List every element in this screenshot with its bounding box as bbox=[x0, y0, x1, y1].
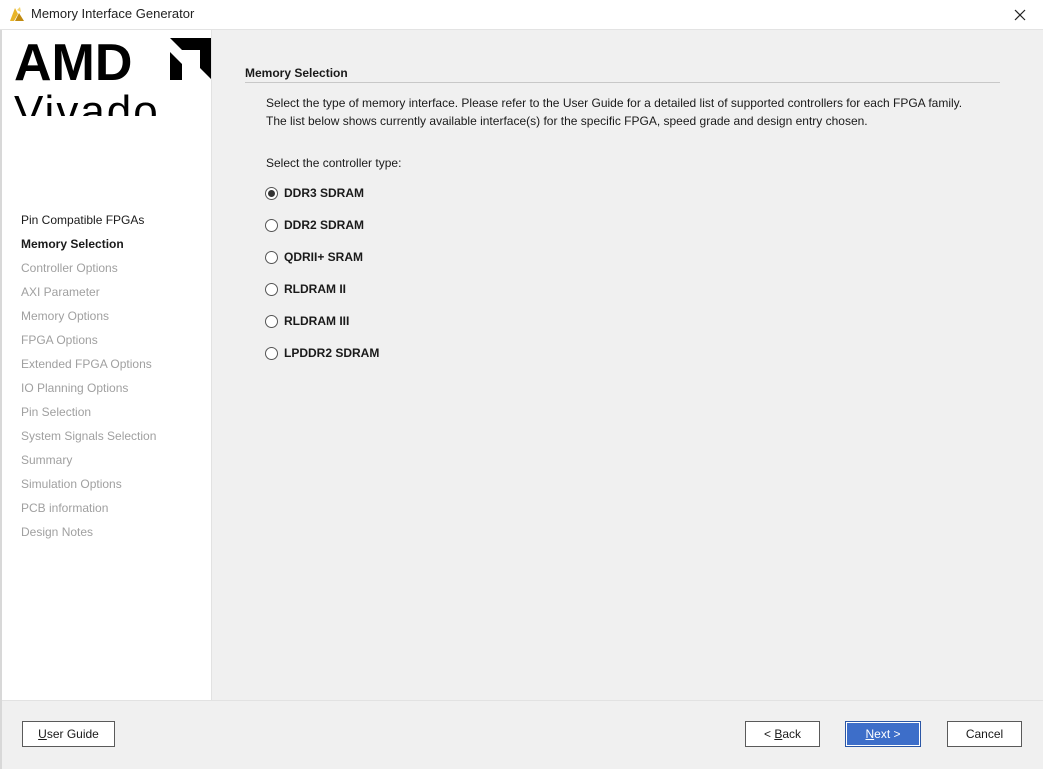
wizard-step: AXI Parameter bbox=[21, 285, 100, 299]
amd-arrow-icon bbox=[170, 38, 211, 80]
controller-option[interactable]: LPDDR2 SDRAM bbox=[265, 344, 379, 362]
logo-area: AMD Vivado bbox=[2, 30, 211, 116]
wizard-step: Simulation Options bbox=[21, 477, 122, 491]
amd-logo-text: AMD bbox=[14, 38, 132, 86]
controller-option[interactable]: DDR3 SDRAM bbox=[265, 184, 364, 202]
wizard-step: Extended FPGA Options bbox=[21, 357, 152, 371]
controller-option-label: LPDDR2 SDRAM bbox=[284, 346, 380, 360]
radio-unchecked-icon[interactable] bbox=[265, 282, 278, 296]
close-button[interactable] bbox=[997, 0, 1043, 29]
section-title: Memory Selection bbox=[245, 66, 348, 80]
title-bar: Memory Interface Generator bbox=[0, 0, 1043, 30]
controller-option[interactable]: DDR2 SDRAM bbox=[265, 216, 364, 234]
wizard-steps-list: Pin Compatible FPGAs Memory Selection Cont… bbox=[21, 213, 156, 549]
controller-option-label: DDR3 SDRAM bbox=[284, 186, 365, 200]
wizard-step: Memory Selection bbox=[21, 237, 124, 251]
controller-option[interactable]: RLDRAM III bbox=[265, 312, 349, 330]
radio-dot bbox=[268, 189, 275, 197]
radio-unchecked-icon[interactable] bbox=[265, 346, 278, 360]
wizard-step: Summary bbox=[21, 453, 73, 467]
controller-option-label: RLDRAM II bbox=[284, 282, 346, 296]
description: Select the type of memory interface. Ple… bbox=[266, 94, 962, 130]
wizard-step: Pin Compatible FPGAs bbox=[21, 213, 145, 227]
wizard-step: FPGA Options bbox=[21, 333, 98, 347]
controller-type-label: Select the controller type: bbox=[266, 156, 402, 170]
wizard-step: Memory Options bbox=[21, 309, 110, 323]
close-icon bbox=[1014, 9, 1026, 20]
controller-option-label: QDRII+ SRAM bbox=[284, 250, 364, 264]
back-button[interactable]: < Back bbox=[745, 721, 820, 747]
radio-unchecked-icon[interactable] bbox=[265, 314, 278, 328]
next-button[interactable]: Next > bbox=[845, 721, 921, 747]
wizard-step: Design Notes bbox=[21, 525, 94, 539]
bottom-divider bbox=[2, 700, 1043, 701]
user-guide-button[interactable]: User Guide bbox=[22, 721, 115, 747]
controller-option-label: DDR2 SDRAM bbox=[284, 218, 365, 232]
wizard-step: System Signals Selection bbox=[21, 429, 157, 443]
description-line-1: Select the type of memory interface. Ple… bbox=[266, 96, 963, 110]
description-line-2: The list below shows currently available… bbox=[266, 114, 868, 128]
radio-unchecked-icon[interactable] bbox=[265, 218, 278, 232]
controller-option[interactable]: RLDRAM II bbox=[265, 280, 346, 298]
vivado-app-icon bbox=[10, 7, 24, 21]
window-title: Memory Interface Generator bbox=[31, 6, 195, 21]
controller-option[interactable]: QDRII+ SRAM bbox=[265, 248, 363, 266]
wizard-step: PCB information bbox=[21, 501, 109, 515]
wizard-step: IO Planning Options bbox=[21, 381, 129, 395]
wizard-step: Pin Selection bbox=[21, 405, 92, 419]
wizard-steps-panel: AMD Vivado Pin Compatible FPGAs Memory Se… bbox=[2, 30, 212, 700]
controller-option-label: RLDRAM III bbox=[284, 314, 350, 328]
radio-unchecked-icon[interactable] bbox=[265, 250, 278, 264]
radio-checked-icon[interactable] bbox=[265, 186, 278, 200]
amd-logo: AMD bbox=[14, 38, 211, 86]
cancel-button[interactable]: Cancel bbox=[947, 721, 1022, 747]
vivado-logo-text: Vivado bbox=[14, 87, 160, 117]
wizard-step: Controller Options bbox=[21, 261, 118, 275]
section-divider bbox=[245, 82, 1000, 83]
